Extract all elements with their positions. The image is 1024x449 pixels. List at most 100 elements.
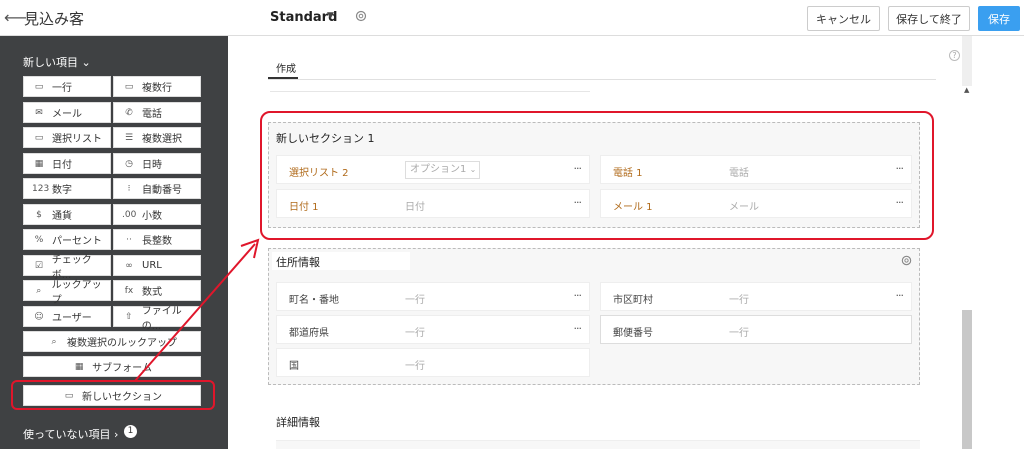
field-type-button[interactable]: ✉ メール	[23, 102, 111, 123]
field-type-button[interactable]: ▭ 複数行	[113, 76, 201, 97]
field-type-icon: %	[34, 234, 44, 245]
field-type-label: 日時	[142, 160, 162, 171]
caret-down-icon[interactable]: ▼	[327, 11, 334, 21]
field-type-button[interactable]: ▭ 一行	[23, 76, 111, 97]
field-type-button[interactable]: ∞ URL	[113, 255, 201, 276]
field-type-icon: ▭	[124, 81, 134, 92]
field-type-icon: ▭	[34, 132, 44, 143]
field-type-label: メール	[52, 109, 82, 120]
field-row[interactable]: 町名・番地 一行 ···	[276, 282, 590, 311]
field-type-button[interactable]: % パーセント	[23, 229, 111, 250]
field-type-icon: ☑	[34, 260, 43, 271]
field-type-label: 通貨	[52, 211, 72, 222]
field-type-icon: ✆	[125, 107, 133, 118]
field-type-button[interactable]: ▭ 選択リスト	[23, 127, 111, 148]
field-type-label: ファイルの...	[141, 305, 182, 332]
field-type-label: ユーザー	[52, 313, 92, 324]
field-type-icon: ⇧	[125, 311, 133, 322]
field-type-button[interactable]: ⁝ 自動番号	[113, 178, 201, 199]
section-title-address[interactable]: 住所情報	[272, 252, 410, 270]
tab-bar	[268, 52, 936, 80]
field-row[interactable]: 郵便番号 一行	[600, 315, 912, 344]
field-type-button[interactable]: fx 数式	[113, 280, 201, 301]
table-icon: ▦	[74, 361, 84, 372]
field-type-button[interactable]: ☑ チェックボ...	[23, 255, 111, 281]
field-label: 市区町村	[613, 295, 653, 306]
multi-lookup-button[interactable]: ⌕ 複数選択のルックアップ	[23, 331, 201, 352]
section-title-detail[interactable]: 詳細情報	[276, 414, 320, 430]
field-type-label: 数式	[142, 287, 162, 298]
field-type-label: 小数	[142, 211, 162, 222]
previous-section-edge	[270, 80, 590, 92]
field-type-icon: .00	[122, 209, 137, 220]
unused-items-link[interactable]: 使っていない項目 ›	[23, 426, 118, 442]
field-type-label: 複数選択	[142, 134, 182, 145]
field-type-icon: ··	[126, 234, 132, 245]
field-type-icon: fx	[124, 285, 134, 296]
save-and-close-button[interactable]: 保存して終了	[888, 6, 970, 31]
field-type-label: 自動番号	[142, 185, 182, 196]
chevron-right-icon: ›	[113, 428, 119, 441]
field-type-icon: $	[36, 209, 42, 220]
field-placeholder: 一行	[405, 328, 425, 339]
field-type-label: 電話	[142, 109, 162, 120]
more-icon[interactable]: ···	[574, 322, 582, 335]
subform-button[interactable]: ▦ サブフォーム	[23, 356, 201, 377]
field-type-icon: ☺	[34, 311, 44, 322]
field-type-label: ルックアップ	[51, 279, 102, 306]
field-type-button[interactable]: ✆ 電話	[113, 102, 201, 123]
field-type-button[interactable]: ▦ 日付	[23, 153, 111, 174]
field-type-label: 日付	[52, 160, 72, 171]
new-section-highlight-box	[260, 111, 934, 240]
new-items-label: 新しい項目	[23, 56, 78, 69]
field-type-icon: ☰	[124, 132, 134, 143]
field-type-label: 選択リスト	[52, 134, 102, 145]
field-type-icon: ⌕	[36, 285, 42, 296]
tab-create[interactable]: 作成	[276, 60, 296, 75]
field-type-button[interactable]: ☺ ユーザー	[23, 306, 111, 327]
field-label: 都道府県	[289, 328, 329, 339]
save-button[interactable]: 保存	[978, 6, 1020, 31]
field-type-icon: ✉	[35, 107, 43, 118]
gear-icon[interactable]	[900, 254, 913, 267]
right-gutter	[972, 36, 1024, 449]
new-section-highlight	[11, 380, 215, 410]
page-title: 見込み客	[24, 10, 85, 28]
field-row[interactable]: 市区町村 一行 ···	[600, 282, 912, 311]
new-items-header[interactable]: 新しい項目 ⌄	[23, 54, 91, 70]
field-type-button[interactable]: ⇧ ファイルの...	[113, 306, 201, 332]
multi-lookup-label: 複数選択のルックアップ	[67, 338, 177, 349]
field-label: 郵便番号	[613, 328, 653, 339]
field-type-button[interactable]: ◷ 日時	[113, 153, 201, 174]
more-icon[interactable]: ···	[574, 289, 582, 302]
field-type-label: 長整数	[142, 236, 172, 247]
unused-count-badge: 1	[124, 425, 137, 438]
field-type-icon: ⁝	[127, 183, 131, 194]
field-type-icon: ▭	[34, 81, 44, 92]
more-icon[interactable]: ···	[896, 289, 904, 302]
field-type-button[interactable]: ⌕ ルックアップ	[23, 280, 111, 306]
field-type-button[interactable]: ·· 長整数	[113, 229, 201, 250]
field-placeholder: 一行	[729, 295, 749, 306]
chevron-down-icon: ⌄	[81, 56, 91, 69]
field-placeholder: 一行	[729, 328, 749, 339]
multi-lookup-icon: ⌕	[51, 336, 57, 347]
scrollbar-thumb[interactable]	[962, 310, 972, 449]
field-row[interactable]: 国 一行	[276, 348, 590, 377]
field-type-label: 数字	[52, 185, 72, 196]
field-type-button[interactable]: ☰ 複数選択	[113, 127, 201, 148]
field-type-button[interactable]: 123 数字	[23, 178, 111, 199]
help-icon[interactable]: ?	[949, 50, 960, 61]
scroll-up-icon[interactable]: ▲	[964, 86, 969, 94]
cancel-button[interactable]: キャンセル	[807, 6, 880, 31]
field-row[interactable]: 都道府県 一行 ···	[276, 315, 590, 344]
field-placeholder: 一行	[405, 361, 425, 372]
field-type-label: 複数行	[142, 83, 172, 94]
field-type-icon: ∞	[125, 260, 133, 271]
field-type-button[interactable]: .00 小数	[113, 204, 201, 225]
field-type-button[interactable]: $ 通貨	[23, 204, 111, 225]
subform-label: サブフォーム	[92, 363, 152, 374]
field-type-label: パーセント	[52, 236, 102, 247]
field-type-label: 一行	[52, 83, 72, 94]
gear-icon[interactable]	[354, 9, 368, 23]
